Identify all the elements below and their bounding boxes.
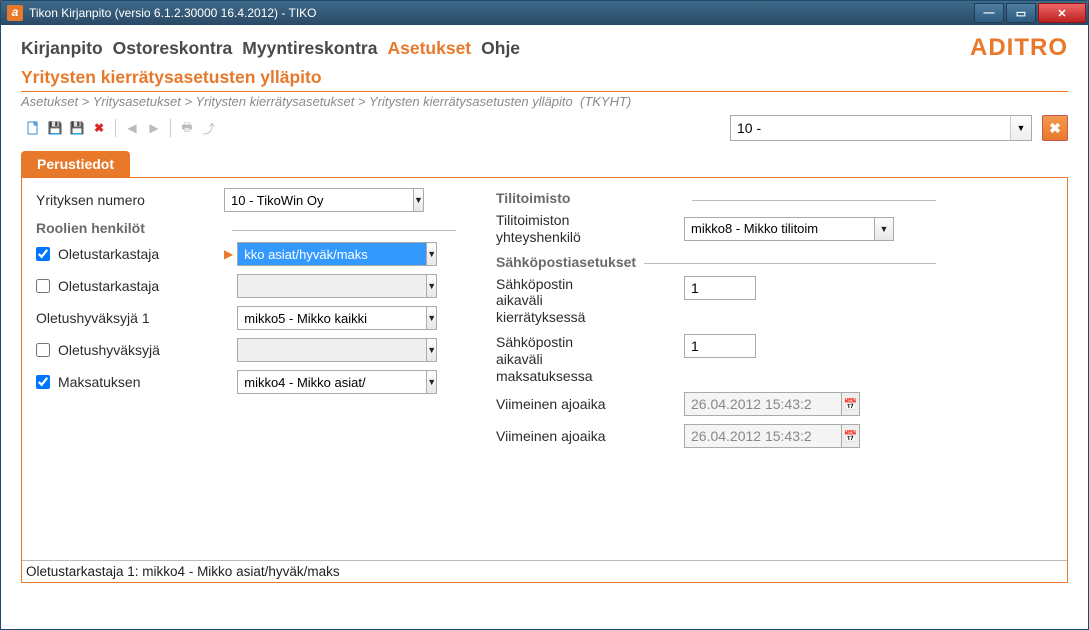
company-quickselect[interactable]	[730, 115, 1010, 141]
page-title-rule	[21, 91, 1068, 92]
oletushyvaksyja-1-label: Oletushyväksyjä 1	[36, 310, 224, 326]
chevron-down-icon[interactable]: ▼	[874, 217, 894, 241]
chevron-down-icon[interactable]: ▼	[426, 338, 437, 362]
oletustarkastaja-1-select[interactable]	[237, 242, 426, 266]
breadcrumb-item[interactable]: Yritysten kierrätysasetukset	[195, 94, 354, 109]
oletushyvaksyja-2-label: Oletushyväksyjä	[58, 342, 160, 358]
application-window: a Tikon Kirjanpito (versio 6.1.2.30000 1…	[0, 0, 1089, 630]
chevron-down-icon[interactable]: ▼	[413, 188, 424, 212]
breadcrumb-item: Yritysten kierrätysasetusten ylläpito	[369, 94, 573, 109]
roles-section-label: Roolien henkilöt	[36, 220, 224, 236]
clear-button[interactable]: ✖	[1042, 115, 1068, 141]
office-contact-label: Tilitoimiston yhteyshenkilö	[496, 212, 684, 246]
forward-icon[interactable]: ▶	[144, 118, 164, 138]
oletustarkastaja-1-checkbox[interactable]	[36, 247, 50, 261]
new-icon[interactable]	[23, 118, 43, 138]
breadcrumb: Asetukset > Yritysasetukset > Yritysten …	[21, 94, 1068, 109]
save-icon[interactable]: 💾	[45, 118, 65, 138]
menu-asetukset[interactable]: Asetukset	[387, 38, 471, 59]
menu-ostoreskontra[interactable]: Ostoreskontra	[113, 38, 233, 59]
oletushyvaksyja-2-checkbox[interactable]	[36, 343, 50, 357]
breadcrumb-item[interactable]: Asetukset	[21, 94, 78, 109]
section-rule	[232, 230, 456, 231]
lastrun-1-label: Viimeinen ajoaika	[496, 396, 684, 412]
menu-myyntireskontra[interactable]: Myyntireskontra	[242, 38, 377, 59]
chevron-down-icon[interactable]: ▼	[426, 242, 437, 266]
lastrun-2-input	[684, 424, 842, 448]
form-panel: Yrityksen numero ▼ Roolien henkilöt	[21, 177, 1068, 583]
minimize-button[interactable]: —	[974, 3, 1004, 23]
tab-perustiedot[interactable]: Perustiedot	[21, 151, 130, 177]
oletustarkastaja-2-checkbox[interactable]	[36, 279, 50, 293]
saveas-icon[interactable]: 💾	[67, 118, 87, 138]
menu-ohje[interactable]: Ohje	[481, 38, 520, 59]
email-interval-2-label: Sähköpostin aikaväli maksatuksessa	[496, 334, 684, 384]
oletushyvaksyja-1-select[interactable]	[237, 306, 426, 330]
company-quickselect-dropdown-icon[interactable]: ▼	[1010, 115, 1032, 141]
brand-logo: ADITRO	[970, 34, 1068, 62]
oletustarkastaja-1-label: Oletustarkastaja	[58, 246, 159, 262]
calendar-icon[interactable]: 📅	[842, 424, 860, 448]
section-rule	[644, 263, 936, 264]
breadcrumb-code: (TKYHT)	[580, 94, 631, 109]
page-title: Yritysten kierrätysasetusten ylläpito	[21, 67, 1068, 88]
oletushyvaksyja-2-select[interactable]	[237, 338, 426, 362]
lastrun-1-input	[684, 392, 842, 416]
lastrun-2-label: Viimeinen ajoaika	[496, 428, 684, 444]
current-row-arrow-icon: ▶	[224, 247, 233, 261]
maksatuksen-label: Maksatuksen	[58, 374, 140, 390]
toolbar-sep	[115, 119, 116, 137]
delete-icon[interactable]: ✖	[89, 118, 109, 138]
close-button[interactable]: ✕	[1038, 3, 1086, 23]
titlebar[interactable]: a Tikon Kirjanpito (versio 6.1.2.30000 1…	[1, 1, 1088, 25]
company-number-label: Yrityksen numero	[36, 192, 224, 208]
tilitoimisto-section-label: Tilitoimisto	[496, 190, 684, 206]
calendar-icon[interactable]: 📅	[842, 392, 860, 416]
menu-kirjanpito[interactable]: Kirjanpito	[21, 38, 103, 59]
chevron-down-icon[interactable]: ▼	[426, 370, 437, 394]
window-title: Tikon Kirjanpito (versio 6.1.2.30000 16.…	[29, 6, 972, 20]
toolbar-sep	[170, 119, 171, 137]
email-interval-1-input[interactable]	[684, 276, 756, 300]
oletustarkastaja-2-label: Oletustarkastaja	[58, 278, 159, 294]
email-section-label: Sähköpostiasetukset	[496, 254, 636, 270]
maksatuksen-checkbox[interactable]	[36, 375, 50, 389]
app-icon: a	[7, 5, 23, 21]
export-icon[interactable]: ⤴	[199, 118, 219, 138]
company-number-select[interactable]	[224, 188, 413, 212]
statusbar: Oletustarkastaja 1: mikko4 - Mikko asiat…	[22, 560, 1067, 582]
office-contact-select[interactable]	[684, 217, 874, 241]
oletustarkastaja-2-select[interactable]	[237, 274, 426, 298]
main-menu: Kirjanpito Ostoreskontra Myyntireskontra…	[21, 31, 1068, 65]
toolbar: 💾 💾 ✖ ◀ ▶ 🖶 ⤴	[21, 118, 730, 138]
breadcrumb-item[interactable]: Yritysasetukset	[93, 94, 181, 109]
section-rule	[692, 200, 936, 201]
back-icon[interactable]: ◀	[122, 118, 142, 138]
email-interval-2-input[interactable]	[684, 334, 756, 358]
email-interval-1-label: Sähköpostin aikaväli kierrätyksessä	[496, 276, 684, 326]
print-icon[interactable]: 🖶	[177, 118, 197, 138]
chevron-down-icon[interactable]: ▼	[426, 306, 437, 330]
maksatuksen-select[interactable]	[237, 370, 426, 394]
chevron-down-icon[interactable]: ▼	[426, 274, 437, 298]
maximize-button[interactable]: ▭	[1006, 3, 1036, 23]
